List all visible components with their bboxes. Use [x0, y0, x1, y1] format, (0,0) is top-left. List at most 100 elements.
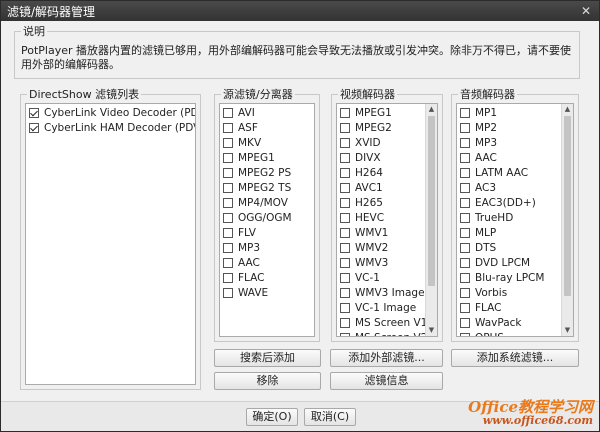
checkbox[interactable]: [223, 212, 233, 223]
checkbox[interactable]: [340, 332, 350, 336]
checkbox[interactable]: [340, 287, 350, 298]
list-item[interactable]: Blu-ray LPCM: [457, 270, 561, 285]
cancel-button[interactable]: 取消(C): [304, 408, 356, 426]
list-item[interactable]: AVI: [220, 105, 314, 120]
checkbox[interactable]: [340, 167, 350, 178]
source-filter-list[interactable]: AVI ASF MKV MPEG1 MPEG2 PS MPEG2 TS MP4/MOV OGG…: [219, 103, 315, 337]
checkbox[interactable]: [340, 107, 350, 118]
list-item[interactable]: FLAC: [457, 300, 561, 315]
checkbox[interactable]: [460, 212, 470, 223]
checkbox[interactable]: [340, 182, 350, 193]
checkbox[interactable]: [460, 287, 470, 298]
list-item[interactable]: DTS: [457, 240, 561, 255]
checkbox[interactable]: [223, 197, 233, 208]
scroll-up-icon[interactable]: ▲: [562, 104, 573, 115]
checkbox[interactable]: [340, 152, 350, 163]
list-item[interactable]: HEVC: [337, 210, 425, 225]
checkbox[interactable]: [223, 107, 233, 118]
list-item[interactable]: MS Screen V1: [337, 315, 427, 330]
list-item[interactable]: CyberLink Video Decoder (PDV...: [26, 105, 195, 120]
checkbox[interactable]: [460, 227, 470, 238]
list-item[interactable]: WMV3 Image: [337, 285, 425, 300]
list-item[interactable]: OPUS: [457, 330, 561, 336]
checkbox[interactable]: [223, 287, 233, 298]
scroll-up-icon[interactable]: ▲: [426, 104, 437, 115]
checkbox[interactable]: [460, 122, 470, 133]
filter-info-button[interactable]: 滤镜信息: [330, 372, 443, 390]
list-item[interactable]: MPEG2 TS: [220, 180, 314, 195]
checkbox[interactable]: [223, 242, 233, 253]
list-item[interactable]: MP4/MOV: [220, 195, 314, 210]
list-item[interactable]: MP1: [457, 105, 561, 120]
scroll-down-icon[interactable]: ▼: [426, 325, 437, 336]
list-item[interactable]: MP3: [220, 240, 314, 255]
list-item[interactable]: LATM AAC: [457, 165, 561, 180]
checkbox[interactable]: [460, 332, 470, 336]
checkbox[interactable]: [340, 302, 350, 313]
list-item[interactable]: AAC: [220, 255, 314, 270]
list-item[interactable]: EAC3(DD+): [457, 195, 561, 210]
checkbox[interactable]: [29, 122, 39, 133]
title-bar[interactable]: 滤镜/解码器管理 ✕: [1, 1, 599, 21]
checkbox[interactable]: [460, 167, 470, 178]
checkbox[interactable]: [460, 272, 470, 283]
close-icon[interactable]: ✕: [577, 3, 595, 19]
list-item[interactable]: FLV: [220, 225, 314, 240]
checkbox[interactable]: [460, 107, 470, 118]
checkbox[interactable]: [340, 122, 350, 133]
list-item[interactable]: MP2: [457, 120, 561, 135]
checkbox[interactable]: [460, 197, 470, 208]
checkbox[interactable]: [340, 137, 350, 148]
list-item[interactable]: WAVE: [220, 285, 314, 300]
list-item[interactable]: DVD LPCM: [457, 255, 561, 270]
checkbox[interactable]: [340, 227, 350, 238]
list-item[interactable]: AAC: [457, 150, 561, 165]
checkbox[interactable]: [340, 317, 350, 328]
checkbox[interactable]: [223, 272, 233, 283]
list-item[interactable]: OGG/OGM: [220, 210, 314, 225]
scroll-thumb[interactable]: [564, 116, 571, 296]
checkbox[interactable]: [460, 302, 470, 313]
checkbox[interactable]: [460, 317, 470, 328]
list-item[interactable]: WMV3: [337, 255, 425, 270]
video-decoder-list[interactable]: MPEG1 MPEG2 XVID DIVX H264 AVC1 H265 HEVC WMV1 WM…: [336, 103, 438, 337]
list-item[interactable]: WavPack: [457, 315, 561, 330]
checkbox[interactable]: [29, 107, 39, 118]
list-item[interactable]: CyberLink HAM Decoder (PDV...: [26, 120, 195, 135]
remove-button[interactable]: 移除: [214, 372, 321, 390]
checkbox[interactable]: [223, 167, 233, 178]
list-item[interactable]: Vorbis: [457, 285, 561, 300]
checkbox[interactable]: [460, 182, 470, 193]
checkbox[interactable]: [223, 227, 233, 238]
list-item[interactable]: VC-1: [337, 270, 425, 285]
list-item[interactable]: XVID: [337, 135, 425, 150]
checkbox[interactable]: [340, 212, 350, 223]
list-item[interactable]: WMV1: [337, 225, 425, 240]
directshow-list[interactable]: CyberLink Video Decoder (PDV... CyberLink…: [25, 103, 196, 385]
checkbox[interactable]: [460, 137, 470, 148]
checkbox[interactable]: [223, 137, 233, 148]
list-item[interactable]: MKV: [220, 135, 314, 150]
list-item[interactable]: AVC1: [337, 180, 425, 195]
checkbox[interactable]: [223, 152, 233, 163]
list-item[interactable]: MS Screen V2: [337, 330, 427, 336]
list-item[interactable]: MP3: [457, 135, 561, 150]
list-item[interactable]: MLP: [457, 225, 561, 240]
scroll-thumb[interactable]: [428, 116, 435, 286]
audio-decoder-list[interactable]: MP1 MP2 MP3 AAC LATM AAC AC3 EAC3(DD+) TrueHD ML…: [456, 103, 574, 337]
list-item[interactable]: MPEG2 PS: [220, 165, 314, 180]
list-item[interactable]: FLAC: [220, 270, 314, 285]
checkbox[interactable]: [460, 257, 470, 268]
checkbox[interactable]: [460, 242, 470, 253]
search-add-button[interactable]: 搜索后添加: [214, 349, 321, 367]
scroll-down-icon[interactable]: ▼: [562, 325, 573, 336]
list-item[interactable]: WMV2: [337, 240, 425, 255]
checkbox[interactable]: [460, 152, 470, 163]
checkbox[interactable]: [340, 242, 350, 253]
ok-button[interactable]: 确定(O): [246, 408, 298, 426]
checkbox[interactable]: [340, 272, 350, 283]
audio-scrollbar[interactable]: ▲ ▼: [561, 104, 573, 336]
video-scrollbar[interactable]: ▲ ▼: [425, 104, 437, 336]
list-item[interactable]: MPEG2: [337, 120, 425, 135]
checkbox[interactable]: [340, 197, 350, 208]
